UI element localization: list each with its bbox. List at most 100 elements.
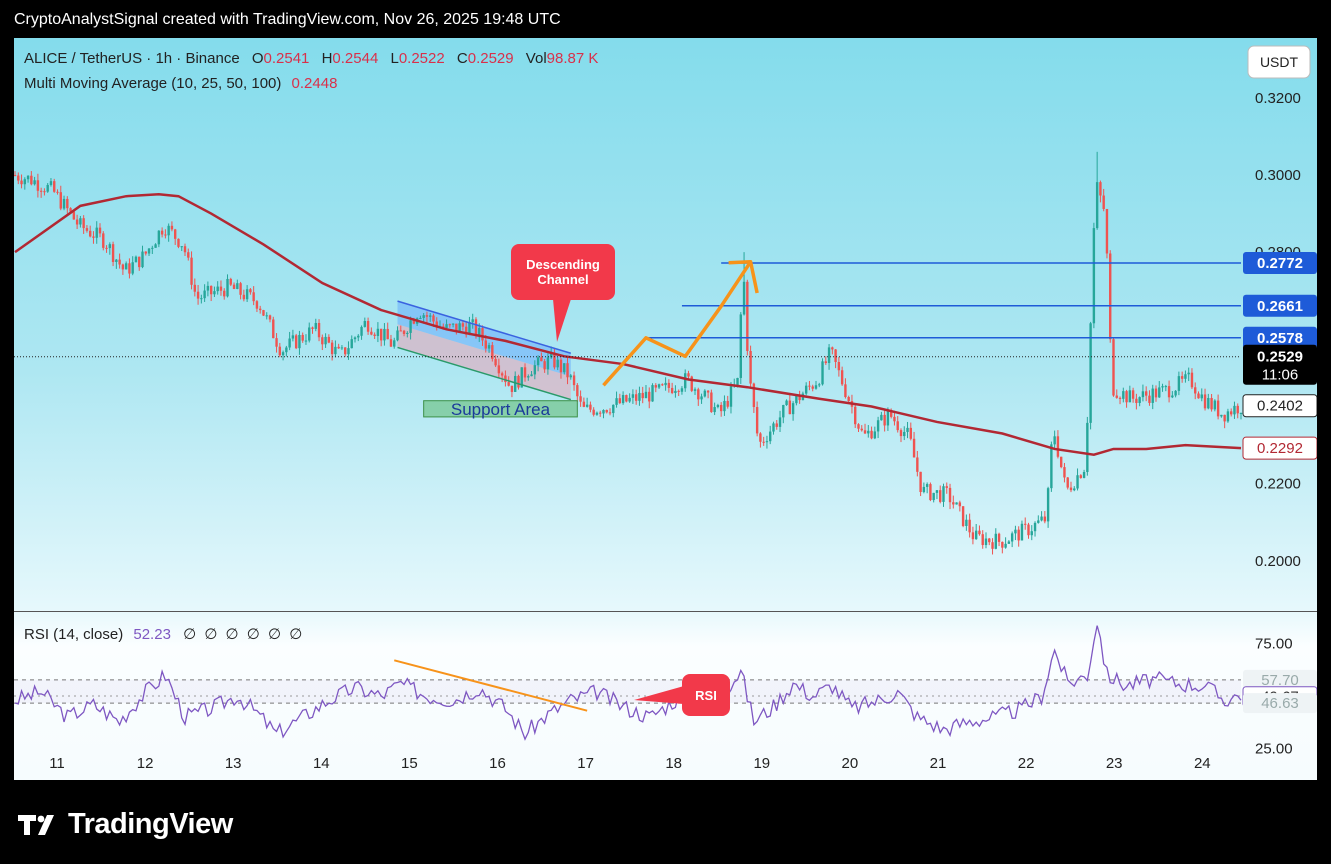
candle-body bbox=[922, 486, 926, 493]
candle-body bbox=[281, 352, 285, 356]
volume-value: 98.87 K bbox=[546, 50, 599, 67]
candle-body bbox=[36, 180, 40, 191]
candle-body bbox=[402, 330, 406, 334]
candle-body bbox=[393, 340, 396, 347]
candle-body bbox=[739, 314, 742, 378]
candle-body bbox=[814, 385, 818, 389]
candle-body bbox=[105, 247, 108, 249]
candle-body bbox=[383, 328, 386, 341]
candle-body bbox=[674, 390, 677, 394]
candle-body bbox=[154, 244, 157, 248]
candle-body bbox=[863, 430, 867, 434]
candle-body bbox=[1017, 529, 1020, 541]
candle-body bbox=[92, 236, 95, 238]
candle-body bbox=[376, 328, 380, 336]
candle-body bbox=[736, 377, 739, 386]
candle-body bbox=[1171, 395, 1174, 398]
candle-body bbox=[409, 320, 412, 333]
candle-body bbox=[111, 244, 115, 262]
callout-label-line-1: Descending bbox=[526, 257, 600, 272]
candle-body bbox=[818, 384, 821, 386]
candle-body bbox=[958, 502, 962, 507]
candle-body bbox=[389, 339, 393, 347]
candle-body bbox=[1220, 414, 1223, 417]
rsi-band-fill bbox=[14, 679, 1241, 704]
candle-body bbox=[461, 323, 465, 327]
candle-body bbox=[654, 385, 657, 388]
candle-body bbox=[638, 392, 641, 401]
candle-body bbox=[994, 533, 997, 549]
candle-body bbox=[190, 257, 193, 285]
candle-body bbox=[1092, 228, 1096, 324]
candle-body bbox=[677, 390, 680, 392]
candle-body bbox=[661, 384, 664, 386]
candle-body bbox=[85, 228, 89, 231]
chart-area[interactable]: 11 12 13 14 15 16 17 18 19 20 21 22 23 24 0.3200 0.3000… bbox=[14, 38, 1317, 780]
candle-body bbox=[507, 382, 510, 386]
candle-body bbox=[687, 373, 690, 377]
tradingview-logo[interactable]: TradingView bbox=[18, 808, 233, 841]
candle-body bbox=[1194, 387, 1197, 394]
candle-body bbox=[337, 346, 340, 349]
candle-body bbox=[824, 361, 827, 364]
chart-svg[interactable]: 11 12 13 14 15 16 17 18 19 20 21 22 23 24 0.3200 0.3000… bbox=[14, 38, 1317, 780]
candle-body bbox=[308, 327, 311, 341]
candle-body bbox=[497, 365, 501, 374]
candle-countdown: 11:06 bbox=[1262, 367, 1298, 384]
candle-body bbox=[294, 335, 298, 349]
candle-body bbox=[925, 484, 929, 487]
candle-body bbox=[406, 332, 409, 334]
candle-body bbox=[314, 322, 317, 329]
candle-body bbox=[98, 227, 102, 234]
chart-credit: CryptoAnalystSignal created with Trading… bbox=[14, 11, 561, 28]
candle-body bbox=[429, 315, 432, 317]
candle-body bbox=[546, 357, 550, 370]
candle-body bbox=[262, 310, 265, 316]
candle-body bbox=[1174, 390, 1177, 396]
candle-body bbox=[350, 339, 353, 349]
candle-body bbox=[599, 412, 602, 414]
candle-body bbox=[422, 315, 425, 318]
candle-body bbox=[451, 323, 455, 325]
candle-body bbox=[259, 308, 262, 311]
candle-body bbox=[272, 319, 275, 339]
candle-body bbox=[1020, 523, 1024, 541]
projection-path[interactable] bbox=[602, 260, 753, 387]
rsi-indicator-value: 52.23 bbox=[133, 626, 171, 643]
y-tick-label: 0.3000 bbox=[1255, 167, 1301, 184]
candle-body bbox=[75, 219, 79, 225]
candle-body bbox=[844, 384, 847, 398]
candle-body bbox=[811, 386, 814, 389]
candle-body bbox=[1138, 397, 1141, 403]
candle-body bbox=[785, 400, 788, 406]
ma-legend: Multi Moving Average (10, 25, 50, 100) 0… bbox=[24, 75, 337, 92]
candle-body bbox=[648, 391, 651, 402]
candle-body bbox=[1059, 456, 1063, 468]
candle-body bbox=[128, 263, 131, 274]
candle-body bbox=[196, 291, 200, 299]
candle-body bbox=[782, 405, 785, 418]
candle-body bbox=[49, 181, 53, 185]
candle-body bbox=[834, 349, 837, 362]
candle-body bbox=[667, 382, 671, 388]
candle-body bbox=[138, 256, 141, 268]
candle-body bbox=[141, 251, 144, 268]
symbol-label[interactable]: ALICE / TetherUS · 1h · Binance bbox=[24, 50, 240, 67]
ma-indicator-label[interactable]: Multi Moving Average (10, 25, 50, 100) bbox=[24, 75, 281, 92]
candle-body bbox=[321, 337, 324, 345]
candle-body bbox=[723, 400, 726, 412]
candle-body bbox=[265, 315, 268, 317]
candle-body bbox=[827, 347, 831, 364]
candle-body bbox=[1082, 472, 1086, 478]
candle-body bbox=[1053, 436, 1056, 445]
moving-average-line[interactable] bbox=[14, 193, 1242, 457]
candle-body bbox=[245, 289, 249, 300]
candle-body bbox=[514, 375, 517, 392]
rsi-indicator-label[interactable]: RSI (14, close) bbox=[24, 626, 123, 643]
candle-body bbox=[978, 530, 981, 535]
candle-body bbox=[1167, 386, 1171, 398]
candle-body bbox=[458, 323, 461, 332]
last-price-label: 0.2402 bbox=[1257, 398, 1303, 415]
candle-body bbox=[997, 533, 1001, 542]
candle-body bbox=[1223, 414, 1226, 422]
